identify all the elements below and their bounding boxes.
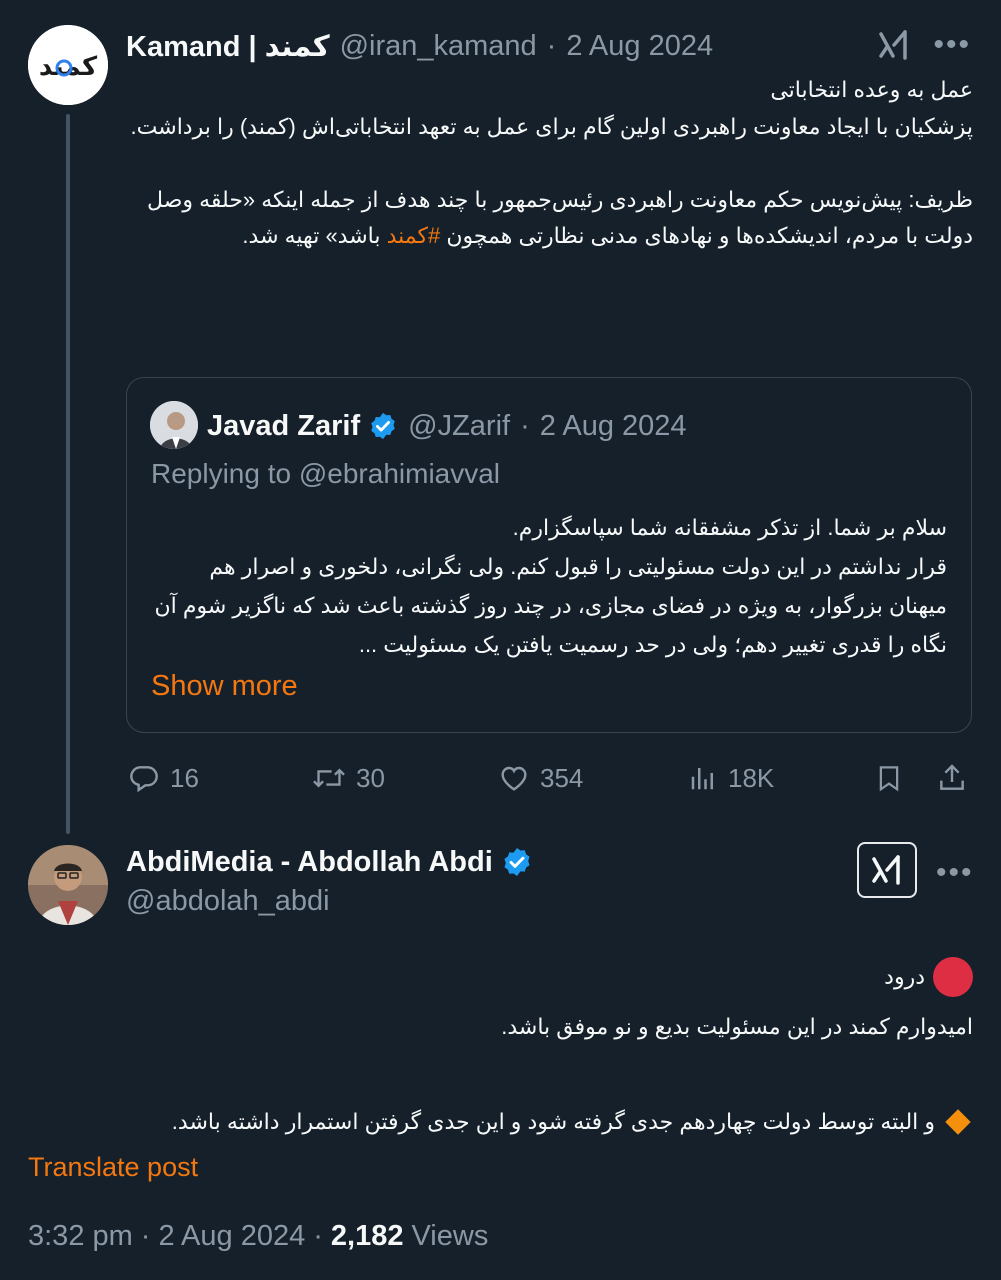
tweet2-line2: امیدوارم کمند در این مسئولیت بدیع و نو م… — [501, 1007, 973, 1047]
thread-line — [66, 114, 70, 834]
views-count: 18K — [728, 762, 775, 793]
like-count: 354 — [540, 762, 584, 793]
tweet2-line3: و البته توسط دولت چهاردهم جدی گرفته شود … — [172, 1100, 973, 1144]
share-button[interactable] — [936, 755, 968, 801]
quote-author-name[interactable]: Javad Zarif — [207, 410, 360, 443]
tweet1-separator: · — [546, 29, 557, 62]
kamand-avatar[interactable]: کمند — [28, 25, 108, 105]
tweet1-body: عمل به وعده انتخاباتی پزشکیان با ایجاد م… — [126, 72, 973, 255]
tweet2-line3-text: و البته توسط دولت چهاردهم جدی گرفته شود … — [171, 1109, 935, 1134]
tweet1-action-bar: 16 30 354 18K — [126, 755, 972, 801]
grok-icon — [872, 855, 900, 885]
tweet2-meta: 3:32 pm · 2 Aug 2024 · 2,182 Views — [28, 1220, 488, 1253]
grok-button[interactable] — [857, 842, 917, 898]
quote-header: Javad Zarif @JZarif · 2 Aug 2024 — [207, 406, 687, 446]
repost-count: 30 — [356, 762, 385, 793]
reply-icon — [130, 766, 158, 793]
views-label: Views — [411, 1220, 489, 1252]
verified-badge-icon — [501, 846, 533, 878]
post-date[interactable]: 2 Aug 2024 — [158, 1220, 305, 1253]
translate-post-link[interactable]: Translate post — [28, 1152, 198, 1183]
grok-icon[interactable] — [877, 28, 911, 62]
show-more-link[interactable]: Show more — [151, 670, 298, 703]
tweet2-line2-text: امیدوارم کمند در این مسئولیت بدیع و نو م… — [501, 1014, 973, 1039]
meta-separator-2: · — [313, 1220, 323, 1252]
heart-icon — [501, 766, 527, 791]
verified-badge-icon — [368, 411, 398, 441]
quote-separator: · — [520, 409, 530, 442]
tweet2-handle[interactable]: @abdolah_abdi — [126, 885, 330, 918]
quote-body: سلام بر شما. از تذکر مشفقانه شما سپاسگزا… — [154, 515, 947, 657]
like-button[interactable]: 354 — [498, 755, 583, 801]
views-button[interactable]: 18K — [688, 755, 774, 801]
share-icon — [940, 764, 964, 790]
meta-separator: · — [140, 1220, 151, 1252]
abdi-avatar[interactable] — [28, 845, 108, 925]
bookmark-button[interactable] — [874, 755, 904, 801]
tweet2-line1: درود — [884, 955, 973, 999]
more-icon[interactable]: ••• — [933, 30, 971, 60]
tweet1-date[interactable]: 2 Aug 2024 — [566, 30, 713, 63]
tweet2-author-name[interactable]: AbdiMedia - Abdollah Abdi — [126, 846, 493, 879]
views-icon — [691, 768, 713, 790]
reply-count: 16 — [170, 762, 199, 793]
quote-handle[interactable]: @JZarif — [408, 410, 510, 443]
repost-button[interactable]: 30 — [312, 755, 385, 801]
hashtag-link[interactable]: #کمند — [387, 223, 441, 248]
tweet1-text-part2: باشد» تهیه شد. — [242, 223, 387, 248]
quoted-tweet[interactable]: Javad Zarif @JZarif · 2 Aug 2024 Replyin… — [126, 377, 972, 733]
svg-text:کمند: کمند — [39, 52, 98, 82]
post-time[interactable]: 3:32 pm — [28, 1220, 133, 1253]
orange-diamond-emoji-icon — [945, 1109, 971, 1135]
repost-icon — [313, 768, 345, 788]
bookmark-icon — [879, 766, 899, 792]
more-icon[interactable]: ••• — [936, 858, 974, 888]
red-circle-emoji-icon — [933, 957, 973, 997]
replying-to[interactable]: Replying to @ebrahimiavval — [151, 458, 500, 490]
tweet2-author-row: AbdiMedia - Abdollah Abdi — [126, 842, 533, 882]
tweet1-header: Kamand | کمند @iran_kamand · 2 Aug 2024 — [126, 26, 713, 66]
tweet2-line1-text: درود — [884, 964, 925, 989]
kamand-logo-icon: کمند — [28, 25, 108, 105]
reply-button[interactable]: 16 — [128, 755, 199, 801]
tweet1-handle[interactable]: @iran_kamand — [340, 30, 537, 63]
zarif-avatar[interactable] — [150, 401, 198, 449]
quote-date[interactable]: 2 Aug 2024 — [540, 410, 687, 443]
views-total: 2,182 — [330, 1220, 404, 1252]
tweet1-author-name[interactable]: Kamand | کمند — [126, 29, 330, 64]
tweet1-top-actions: ••• — [877, 28, 971, 62]
